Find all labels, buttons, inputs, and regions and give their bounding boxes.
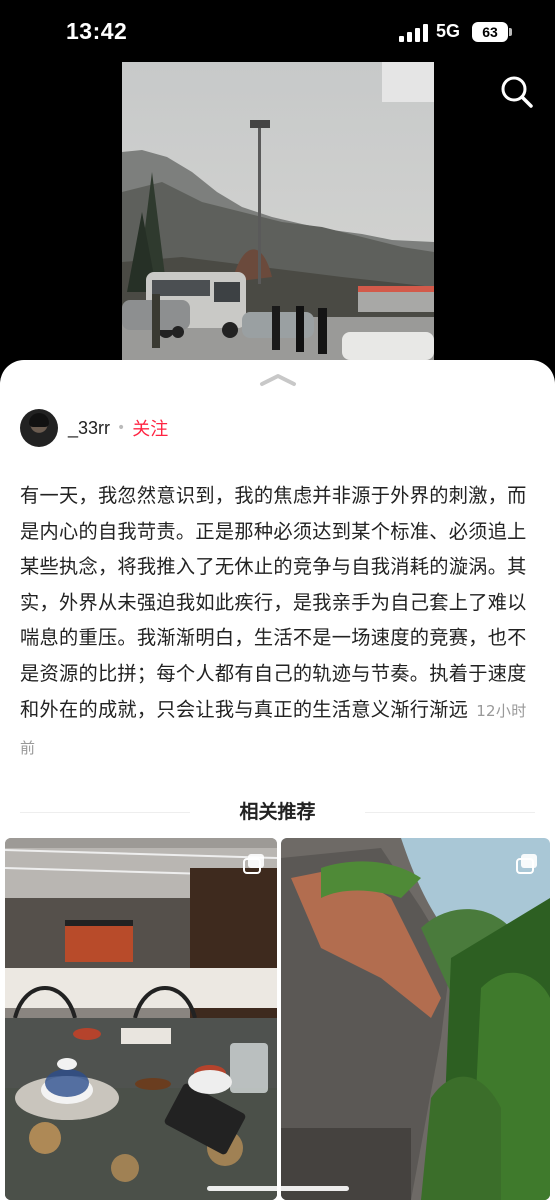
related-card-canyon-image	[281, 838, 550, 1200]
battery-icon: 63	[472, 22, 508, 42]
related-card-tea-room[interactable]	[5, 838, 277, 1200]
chevron-up-icon	[260, 374, 296, 386]
network-type: 5G	[436, 21, 461, 41]
multi-image-icon	[243, 854, 264, 874]
search-icon	[501, 76, 533, 108]
post-text: 有一天，我忽然意识到，我的焦虑并非源于外界的刺激，而是内心的自我苛责。正是那种必…	[20, 484, 527, 721]
home-indicator[interactable]	[207, 1186, 349, 1191]
related-title: 相关推荐	[239, 801, 316, 823]
author-name[interactable]: _33rr	[68, 418, 110, 439]
status-bar: 13:42 5G 63	[0, 0, 555, 62]
post-content: 有一天，我忽然意识到，我的焦虑并非源于外界的刺激，而是内心的自我苛责。正是那种必…	[20, 478, 535, 767]
related-card-canyon[interactable]	[281, 838, 550, 1200]
post-detail-sheet: _33rr • 关注 有一天，我忽然意识到，我的焦虑并非源于外界的刺激，而是内心…	[0, 360, 555, 1200]
avatar[interactable]	[20, 409, 58, 447]
related-header: 相关推荐	[0, 797, 555, 827]
multi-image-icon	[516, 854, 537, 874]
separator-dot: •	[117, 420, 126, 436]
post-main-image[interactable]	[122, 62, 434, 360]
post-main-image-art	[122, 62, 434, 360]
status-time: 13:42	[66, 18, 128, 44]
search-button[interactable]	[495, 70, 539, 114]
battery-nub	[509, 28, 512, 36]
related-card-tea-room-image	[5, 838, 277, 1200]
follow-button[interactable]: 关注	[132, 415, 168, 441]
signal-icon	[399, 24, 429, 42]
collapse-handle[interactable]	[256, 370, 300, 388]
author-row: _33rr • 关注	[20, 408, 168, 448]
